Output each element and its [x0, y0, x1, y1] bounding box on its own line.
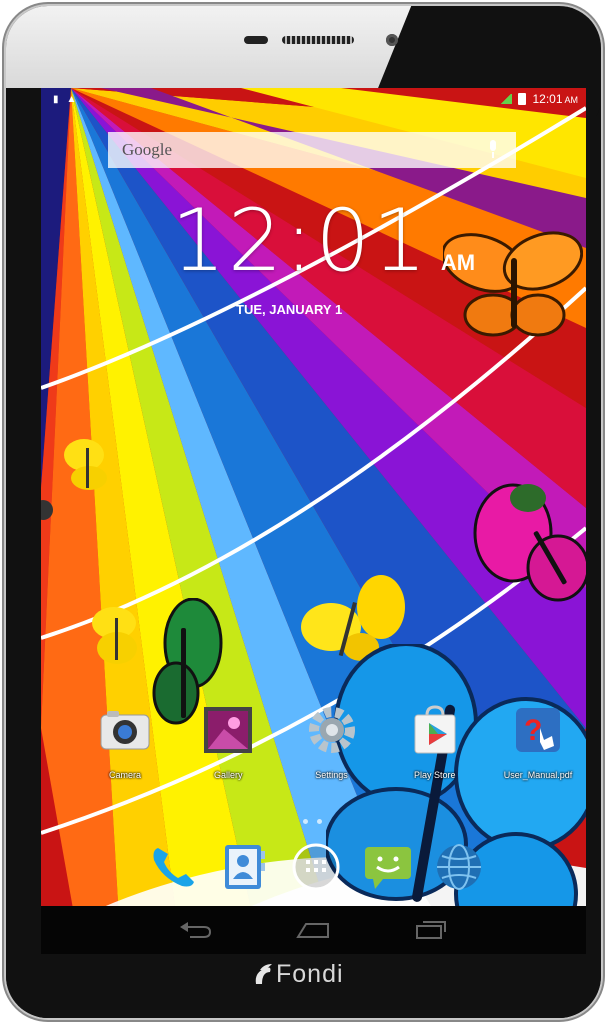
butterfly-partial-icon — [41, 500, 53, 520]
top-bezel — [6, 6, 601, 88]
brand-name: Fondi — [276, 960, 344, 988]
contacts-icon[interactable] — [218, 840, 272, 894]
google-search-bar[interactable]: Google — [108, 132, 516, 168]
app-label: User_Manual.pdf — [503, 770, 573, 780]
settings-icon[interactable] — [306, 706, 358, 754]
page-dot — [317, 819, 322, 824]
app-label: Settings — [315, 770, 348, 780]
gallery-icon[interactable] — [202, 706, 254, 754]
app-camera[interactable]: Camera — [79, 706, 171, 780]
clock-date: TUE, JANUARY 1 — [236, 302, 343, 317]
recents-icon[interactable] — [411, 918, 451, 942]
pdf-help-icon[interactable]: ? — [512, 706, 564, 754]
app-gallery[interactable]: Gallery — [182, 706, 274, 780]
app-settings[interactable]: Settings — [286, 706, 378, 780]
signal-icon — [500, 94, 513, 104]
page-indicator — [303, 819, 322, 824]
warning-icon: ▲ — [66, 93, 77, 105]
play-store-icon[interactable] — [409, 705, 461, 754]
status-bar: ▮ ▲ 12:01 AM — [41, 88, 586, 110]
home-app-row: Camera Gallery Settings Play Store ? Use… — [79, 705, 584, 780]
brand-logo: Fondi — [252, 960, 344, 989]
butterfly-yellow-icon — [64, 439, 107, 490]
status-notifications: ▮ ▲ — [53, 94, 76, 105]
status-time: 12:01 AM — [532, 92, 578, 106]
battery-icon — [518, 93, 527, 105]
tablet-device: ▮ ▲ 12:01 AM Google 12:01 AM TUE, JANUARY… — [6, 6, 601, 1018]
screen: ▮ ▲ 12:01 AM Google 12:01 AM TUE, JANUARY… — [41, 88, 586, 954]
phone-icon[interactable] — [146, 840, 200, 894]
app-label: Play Store — [413, 770, 456, 780]
app-label: Camera — [108, 770, 141, 780]
messaging-icon[interactable] — [361, 840, 415, 894]
camera-icon[interactable] — [99, 706, 151, 754]
app-label: Gallery — [213, 770, 243, 780]
back-icon[interactable] — [176, 918, 216, 942]
sensor — [244, 36, 268, 44]
app-play-store[interactable]: Play Store — [389, 705, 481, 780]
navigation-bar — [41, 906, 586, 954]
app-user-manual[interactable]: ? User_Manual.pdf — [492, 706, 584, 780]
speaker-grill — [282, 36, 354, 44]
butterfly-pink-icon — [473, 483, 586, 602]
svg-text:?: ? — [524, 714, 542, 747]
status-system: 12:01 AM — [500, 92, 578, 106]
lock-icon: ▮ — [53, 93, 59, 105]
all-apps-icon[interactable] — [289, 840, 343, 894]
butterfly-yellow-icon — [92, 607, 137, 664]
front-camera — [386, 34, 398, 46]
clock-widget[interactable]: 12:01 AM — [171, 198, 475, 284]
browser-icon[interactable] — [432, 840, 486, 894]
brand-swirl-icon — [255, 963, 272, 984]
clock-time: 12:01 — [171, 191, 429, 291]
google-search-label[interactable]: Google — [122, 140, 172, 160]
clock-ampm: AM — [440, 250, 476, 275]
microphone-icon[interactable] — [486, 140, 500, 160]
dock — [146, 840, 486, 894]
home-icon[interactable] — [293, 918, 333, 942]
page-dot — [303, 819, 308, 824]
